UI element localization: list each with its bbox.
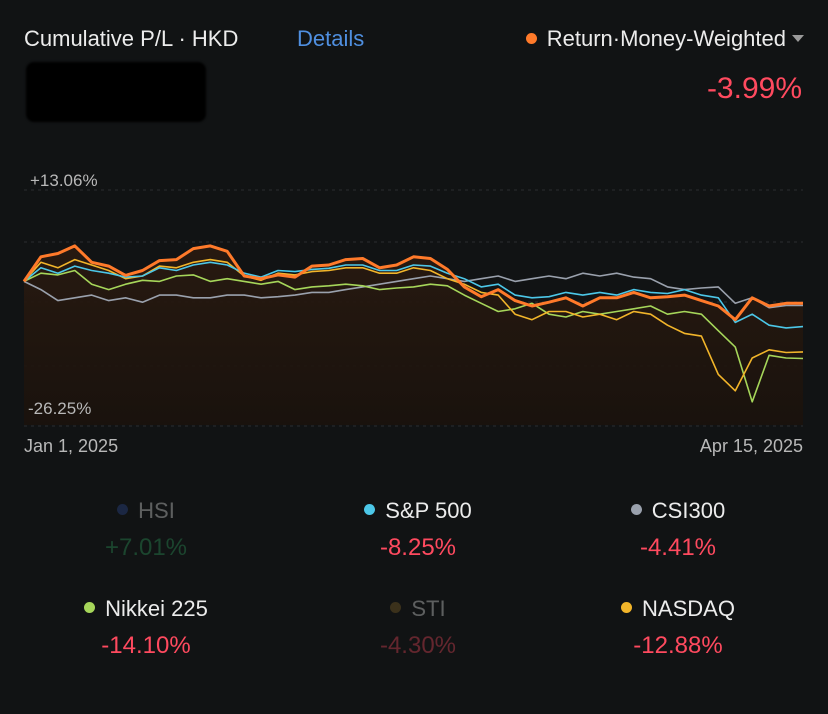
redacted-amount (26, 62, 206, 122)
portfolio-dot-icon (525, 33, 537, 44)
legend-name: S&P 500 (385, 498, 472, 523)
hsi-dot-icon (117, 504, 129, 515)
legend-value: -8.25% (379, 534, 457, 561)
legend-item-sp500[interactable]: S&P 500 -8.25% (298, 498, 538, 562)
csi300-dot-icon (630, 504, 642, 515)
return-type-label: Return·Money-Weighted (546, 26, 786, 51)
legend-item-csi300[interactable]: CSI300 -4.41% (558, 498, 798, 562)
legend-name: STI (411, 596, 446, 621)
y-min-label: -26.25% (28, 399, 91, 418)
legend-value: +7.01% (104, 534, 188, 561)
sti-dot-icon (390, 602, 402, 613)
legend-value: -12.88% (633, 632, 723, 659)
page-title: Cumulative P/L · HKD (24, 26, 239, 51)
caret-down-icon (792, 35, 804, 42)
x-end-label: Apr 15, 2025 (700, 436, 803, 456)
legend-item-sti[interactable]: STI -4.30% (298, 596, 538, 660)
legend-value: -4.30% (379, 632, 457, 659)
sp500-dot-icon (364, 504, 376, 515)
legend-item-hsi[interactable]: HSI +7.01% (26, 498, 266, 562)
return-value: -3.99% (706, 72, 802, 105)
x-start-label: Jan 1, 2025 (24, 436, 118, 456)
legend-name: NASDAQ (642, 596, 735, 621)
pl-line-chart[interactable]: +13.06% -26.25% Jan 1, 2025 Apr 15, 2025 (0, 160, 828, 470)
legend-name: CSI300 (651, 498, 726, 523)
legend-item-nasdaq[interactable]: NASDAQ -12.88% (558, 596, 798, 660)
return-type-dropdown[interactable]: Return·Money-Weighted (525, 26, 804, 52)
details-link[interactable]: Details (297, 26, 364, 52)
chart-header: Cumulative P/L · HKD Details Return·Mone… (24, 22, 804, 58)
legend-value: -4.41% (639, 534, 717, 561)
nasdaq-dot-icon (621, 602, 633, 613)
legend-name: HSI (138, 498, 175, 523)
nikkei-dot-icon (84, 602, 96, 613)
legend-name: Nikkei 225 (105, 596, 208, 621)
legend-item-nikkei[interactable]: Nikkei 225 -14.10% (26, 596, 266, 660)
legend-value: -14.10% (101, 632, 191, 659)
portfolio-area-fill (24, 245, 803, 425)
y-max-label: +13.06% (30, 171, 98, 190)
